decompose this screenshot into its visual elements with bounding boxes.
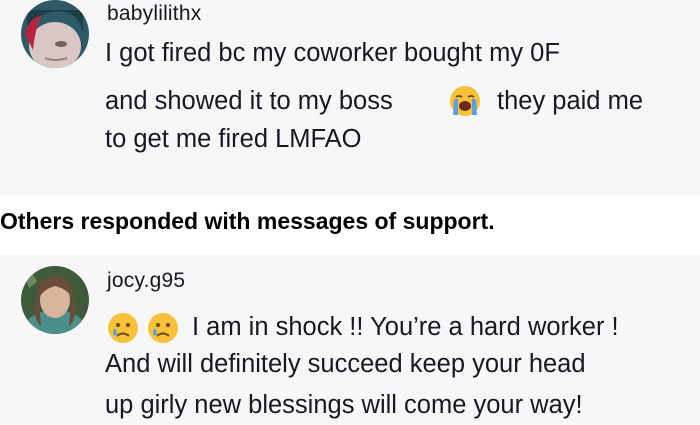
crying-face-icon (106, 311, 140, 350)
avatar[interactable] (21, 266, 89, 334)
avatar[interactable] (21, 0, 89, 68)
comment-text-line: I am in shock !! You’re a hard worker ! (192, 313, 619, 341)
crying-face-icon (146, 311, 180, 350)
comment-username[interactable]: jocy.g95 (107, 269, 185, 293)
comment-text-line: and showed it to my boss (105, 87, 393, 115)
comment-text-line: And will definitely succeed keep your he… (105, 350, 586, 378)
comment-text-line: they paid me (497, 87, 644, 115)
comment-block-1: babylilithx I got fired bc my coworker b… (0, 0, 700, 195)
comment-text-line: I got fired bc my coworker bought my 0F (105, 39, 560, 67)
comment-text-line: up girly new blessings will come your wa… (105, 391, 583, 419)
comment-text-line: to get me fired LMFAO (105, 125, 362, 153)
comment-username[interactable]: babylilithx (107, 2, 201, 26)
loudly-crying-face-icon (448, 84, 482, 123)
article-caption: Others responded with messages of suppor… (0, 208, 495, 234)
